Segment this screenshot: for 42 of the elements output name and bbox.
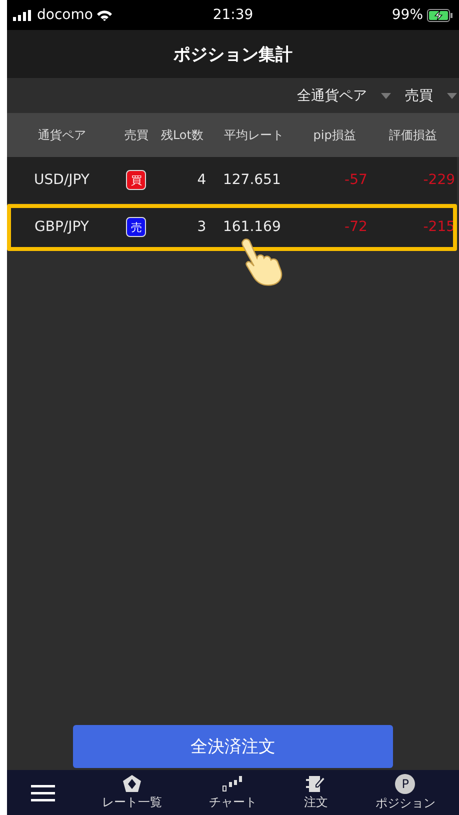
battery-charging-icon: [427, 8, 453, 22]
profit-loss-value: -215: [422, 219, 456, 235]
position-icon: P: [395, 774, 416, 794]
nav-tab[interactable]: P ポジション: [375, 774, 436, 812]
column-header: 売買: [123, 126, 150, 144]
column-header: pip損益: [312, 126, 357, 144]
column-header: 通貨ペア: [36, 126, 87, 144]
lot-count: 3: [196, 219, 206, 235]
table-row[interactable]: GBP/JPY 売 3 161.169 -72 -215: [7, 204, 457, 251]
nav-tab[interactable]: レート一覧: [102, 774, 162, 810]
column-header: 評価損益: [388, 126, 438, 144]
menu-icon[interactable]: [30, 784, 55, 802]
table-row[interactable]: USD/JPY 買 4 127.651 -57 -229: [7, 157, 457, 204]
column-header: 平均レート: [222, 126, 285, 144]
caret-icon: [447, 92, 457, 98]
clock-time: 21:39: [212, 7, 254, 23]
filter-dropdown[interactable]: 全通貨ペア: [297, 86, 391, 104]
pointing-hand-icon: [239, 238, 285, 286]
side-badge: 売: [126, 217, 146, 237]
profit-loss-value: -229: [422, 172, 456, 188]
currency-pair: GBP/JPY: [34, 219, 90, 235]
close-all-order-button[interactable]: 全決済注文: [73, 725, 393, 768]
notepad-pen-icon: [306, 774, 326, 792]
column-header: 残Lot数: [160, 126, 204, 144]
average-rate: 127.651: [222, 172, 282, 188]
nav-tab[interactable]: チャート: [208, 774, 257, 810]
filter-dropdown[interactable]: 売買: [405, 86, 457, 104]
candlestick-chart-icon: [222, 774, 244, 792]
currency-pair: USD/JPY: [33, 172, 90, 188]
side-badge: 買: [126, 170, 146, 190]
average-rate: 161.169: [222, 219, 282, 235]
battery-percent: 99%: [392, 7, 423, 23]
diamond-logo-icon: [122, 774, 142, 792]
lot-count: 4: [196, 172, 206, 188]
caret-icon: [381, 92, 391, 98]
wifi-icon: [96, 10, 112, 20]
carrier-name: docomo: [37, 7, 93, 23]
pip-profit-loss: -72: [344, 219, 368, 235]
screen-title: ポジション集計: [174, 44, 292, 66]
pip-profit-loss: -57: [344, 172, 368, 188]
signal-icon: [13, 10, 33, 20]
nav-tab[interactable]: 注文: [304, 774, 328, 810]
